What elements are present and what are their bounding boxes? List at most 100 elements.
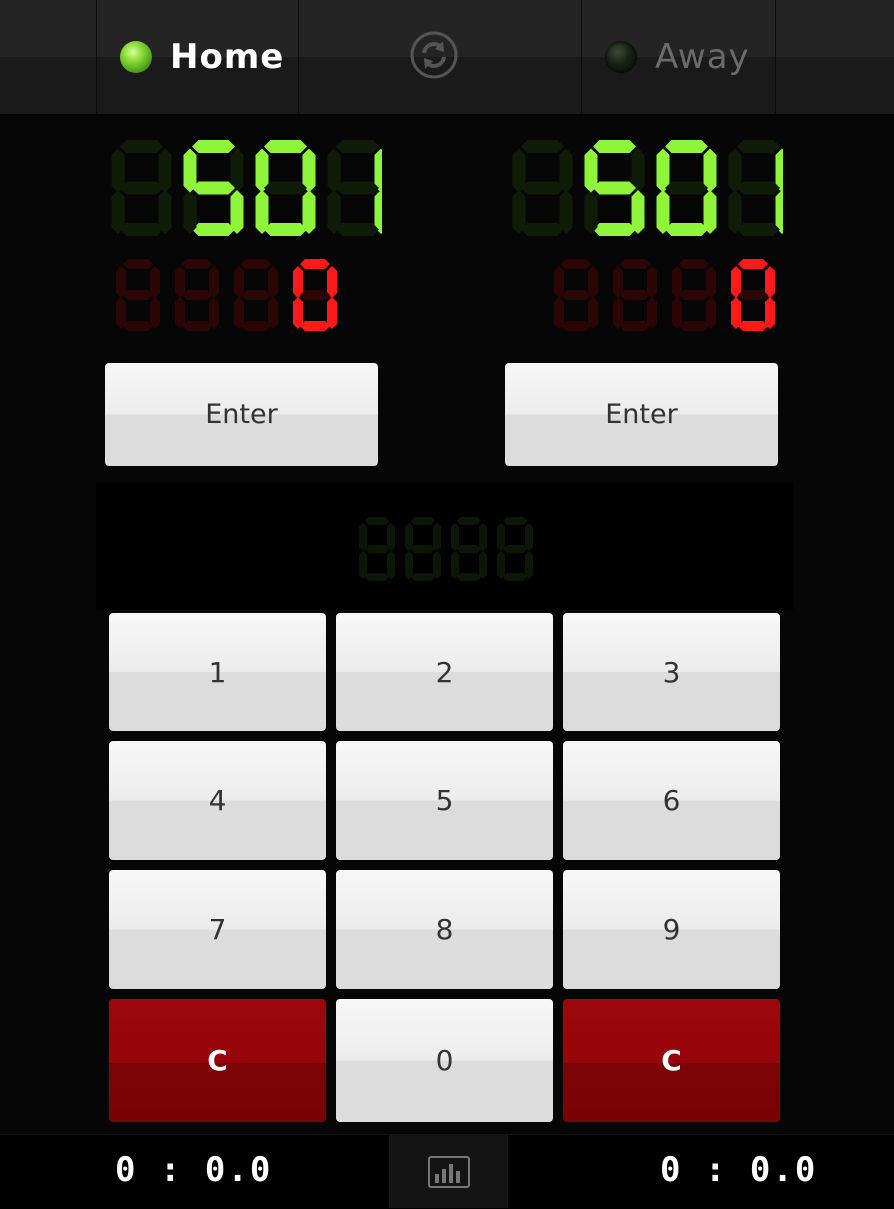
- entry-digit-3-segment-c: [525, 551, 533, 579]
- keypad-key-4[interactable]: 4: [109, 741, 326, 860]
- home-darts-digit-0-segment-f: [116, 266, 126, 298]
- keypad-key-2[interactable]: 2: [336, 613, 553, 731]
- keypad-key-0[interactable]: 0: [336, 999, 553, 1122]
- keypad-key-1[interactable]: 1: [109, 613, 326, 731]
- sync-icon[interactable]: [410, 31, 458, 79]
- away-score-digit-2-segment-e: [656, 190, 670, 234]
- home-darts-digit-0-segment-d: [123, 321, 153, 331]
- entry-digit-3-segment-f: [497, 523, 505, 551]
- away-darts-digit-1-segment-e: [613, 297, 623, 329]
- bar-chart-icon: [427, 1155, 470, 1188]
- keypad-key-9[interactable]: 9: [563, 870, 780, 989]
- away-darts-digit-3-segment-f: [731, 266, 741, 298]
- away-darts-digit-2-segment-c: [706, 297, 716, 329]
- away-darts-digit-3-segment-d: [738, 321, 768, 331]
- away-indicator-light: [605, 41, 637, 73]
- home-score-digit-3-segment-a: [336, 140, 379, 153]
- home-darts-digit-1-segment-e: [175, 297, 185, 329]
- home-darts-digit-2-segment-a: [241, 259, 271, 269]
- away-darts-digit-2-segment-b: [706, 266, 716, 298]
- home-darts-digit-0-segment-e: [116, 297, 126, 329]
- home-darts-digit-2-segment-e: [234, 297, 244, 329]
- home-score-digit-3-segment-e: [327, 190, 341, 234]
- away-score-digit-1-segment-d: [593, 223, 636, 236]
- stats-button[interactable]: [389, 1135, 508, 1208]
- entry-digit-3-segment-e: [497, 551, 505, 579]
- away-darts-digit-0-segment-g: [561, 290, 591, 300]
- home-darts-digit-2-segment-d: [241, 321, 271, 331]
- keypad-key-6[interactable]: 6: [563, 741, 780, 860]
- entry-digit-1-segment-f: [405, 523, 413, 551]
- home-darts-digit-3-segment-d: [300, 321, 330, 331]
- away-darts-digit-1-segment-g: [620, 290, 650, 300]
- away-score-digit-0-segment-a: [521, 140, 564, 153]
- clear-home-button[interactable]: C: [109, 999, 326, 1122]
- home-darts-digit-1-segment-a: [182, 259, 212, 269]
- entry-digit-2-segment-f: [451, 523, 459, 551]
- entry-digit-2-segment-a: [457, 517, 481, 525]
- keypad-key-3[interactable]: 3: [563, 613, 780, 731]
- home-darts-digit-2-segment-f: [234, 266, 244, 298]
- entry-digit-1-segment-b: [433, 523, 441, 551]
- away-score-digit-3-segment-e: [728, 190, 742, 234]
- away-label: Away: [655, 37, 750, 77]
- away-score-display: [512, 140, 783, 236]
- away-darts-digit-3-segment-c: [765, 297, 775, 329]
- home-score-digit-1-segment-d: [192, 223, 235, 236]
- home-darts-digit-1-segment-c: [209, 297, 219, 329]
- entry-digit-0-segment-d: [365, 573, 389, 581]
- away-player-tab[interactable]: Away: [605, 0, 750, 114]
- away-enter-button[interactable]: Enter: [505, 363, 778, 466]
- entry-digit-2-segment-d: [457, 573, 481, 581]
- entry-digit-1-segment-g: [411, 545, 435, 553]
- divider: [581, 0, 582, 114]
- home-darts-display: [116, 259, 337, 331]
- entry-digit-3-segment-g: [503, 545, 527, 553]
- away-darts-digit-1-segment-d: [620, 321, 650, 331]
- away-score-digit-1-segment-g: [593, 181, 636, 195]
- home-timer: 0 : 0.0: [115, 1150, 273, 1190]
- keypad-key-7[interactable]: 7: [109, 870, 326, 989]
- entry-digit-3-segment-d: [503, 573, 527, 581]
- home-score-digit-2-segment-e: [255, 190, 269, 234]
- entry-digit-2-segment-e: [451, 551, 459, 579]
- entry-digit-0-segment-c: [387, 551, 395, 579]
- home-darts-digit-3-segment-a: [300, 259, 330, 269]
- away-score-digit-1-segment-a: [593, 140, 636, 153]
- score-entry-panel: [96, 482, 793, 610]
- home-darts-digit-1-segment-b: [209, 266, 219, 298]
- keypad-key-5[interactable]: 5: [336, 741, 553, 860]
- keypad-key-8[interactable]: 8: [336, 870, 553, 989]
- away-darts-digit-3-segment-g: [738, 290, 768, 300]
- entry-digit-3-segment-a: [503, 517, 527, 525]
- home-darts-digit-3-segment-b: [327, 266, 337, 298]
- home-darts-digit-0-segment-g: [123, 290, 153, 300]
- away-darts-digit-0-segment-a: [561, 259, 591, 269]
- home-score-display: [111, 140, 382, 236]
- clear-away-button[interactable]: C: [563, 999, 780, 1122]
- home-score-digit-2-segment-a: [264, 140, 307, 153]
- home-enter-button[interactable]: Enter: [105, 363, 378, 466]
- home-darts-digit-0-segment-a: [123, 259, 153, 269]
- away-darts-digit-1-segment-f: [613, 266, 623, 298]
- home-darts-digit-2-segment-g: [241, 290, 271, 300]
- away-score-digit-0-segment-d: [521, 223, 564, 236]
- away-darts-digit-0-segment-e: [554, 297, 564, 329]
- entry-digit-0-segment-f: [359, 523, 367, 551]
- away-score-digit-2-segment-a: [665, 140, 708, 153]
- home-darts-digit-0-segment-c: [150, 297, 160, 329]
- home-player-tab[interactable]: Home: [120, 0, 284, 114]
- home-darts-digit-1-segment-f: [175, 266, 185, 298]
- entry-digit-0-segment-g: [365, 545, 389, 553]
- home-darts-digit-3-segment-f: [293, 266, 303, 298]
- away-score-digit-1-segment-e: [584, 190, 598, 234]
- home-score-digit-1-segment-e: [183, 190, 197, 234]
- away-darts-digit-1-segment-b: [647, 266, 657, 298]
- away-darts-digit-3-segment-b: [765, 266, 775, 298]
- divider: [298, 0, 299, 114]
- entry-digit-1-segment-d: [411, 573, 435, 581]
- away-darts-display: [554, 259, 775, 331]
- away-darts-digit-1-segment-c: [647, 297, 657, 329]
- entry-digit-0-segment-b: [387, 523, 395, 551]
- away-darts-digit-0-segment-f: [554, 266, 564, 298]
